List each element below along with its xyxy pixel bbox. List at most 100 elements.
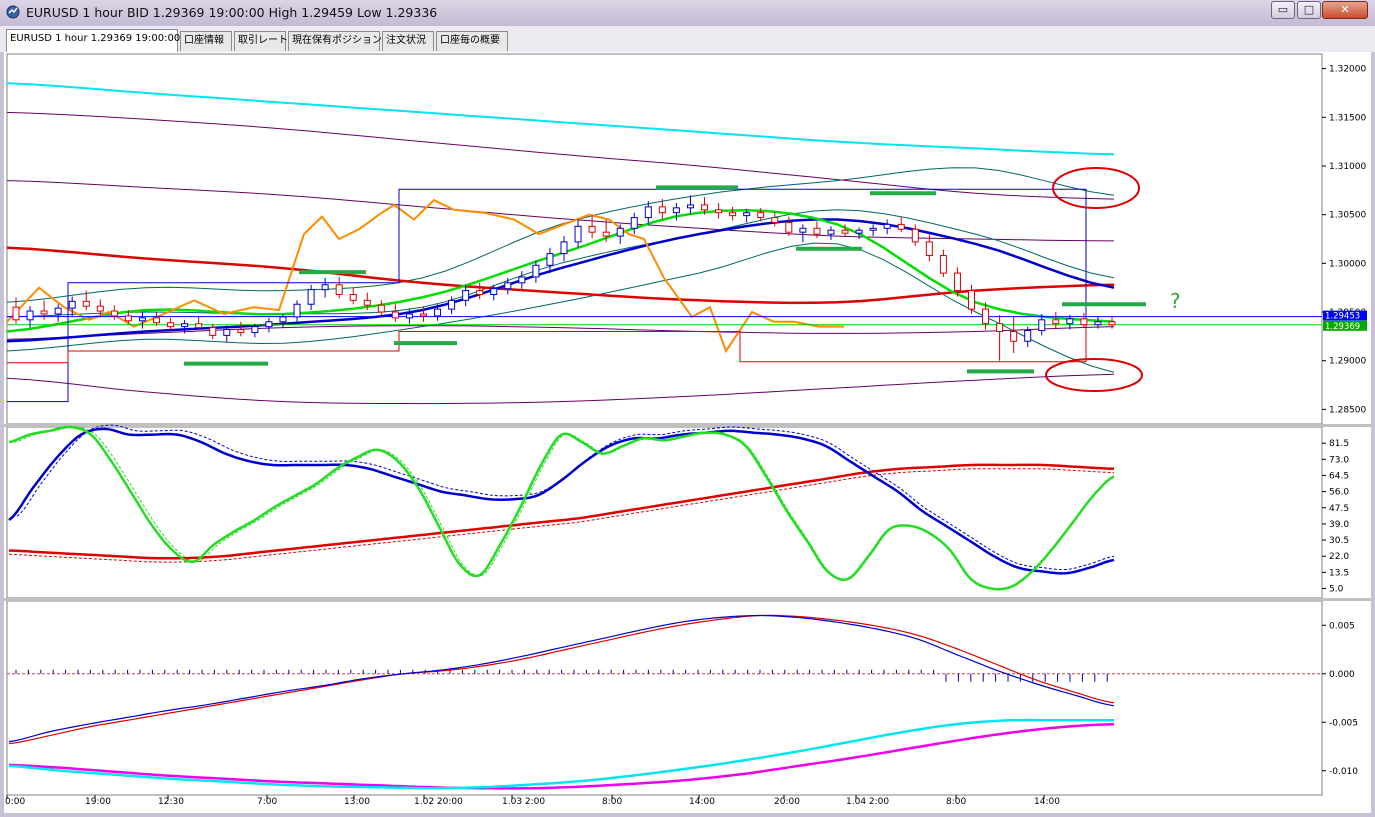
candle-body [1052,319,1060,325]
candle-body [827,229,835,235]
candle-body [124,315,132,322]
candle-body [434,308,442,317]
candle-body [855,229,863,234]
candle-body [504,282,512,290]
price-tag-label: 1.29369 [1325,322,1360,332]
question-annotation: ? [1170,289,1181,313]
candle-body [293,303,301,318]
time-axis-label: 14:00 [689,797,715,807]
candle-body [1066,318,1074,325]
candle-body [490,288,498,296]
candle-body [363,299,371,306]
candle-body [686,204,694,209]
candle-body [532,264,540,278]
candle-body [251,326,259,333]
candle-body [448,299,456,310]
candle-body [279,316,287,323]
time-axis-label: 1.04 2:00 [846,797,889,807]
candle-body [195,323,203,329]
candle-body [672,207,680,214]
candle-body [996,323,1004,333]
time-axis-label: 13:00 [344,797,370,807]
maximize-button[interactable]: □ [1297,1,1321,19]
candle-body [82,300,90,307]
time-axis-label: 1.03 2:00 [502,797,545,807]
candle-body [967,290,975,310]
candle-body [237,329,245,333]
candle-body [771,217,779,223]
tab-order-status[interactable]: 注文状況 [382,31,434,51]
candle-body [138,317,146,322]
candle-body [223,329,231,336]
candle-body [181,323,189,328]
price-axis-label: 1.30000 [1329,259,1366,269]
candle-body [1108,321,1116,326]
candle-body [911,228,919,243]
candle-body [26,310,34,321]
price-axis-label: 1.31500 [1329,113,1366,123]
candle-body [953,272,961,292]
minimize-button[interactable]: ▭ [1271,1,1295,19]
stoch-axis-label: 5.0 [1329,585,1344,595]
candle-body [335,284,343,295]
stoch-axis-label: 47.5 [1329,504,1349,514]
candle-body [883,223,891,229]
time-axis-label: 19:00 [85,797,111,807]
candle-body [546,253,554,266]
time-axis-label: 14:00 [1034,797,1060,807]
candle-body [1094,321,1102,326]
candle-body [658,206,666,214]
time-axis-label: 20:00 [774,797,800,807]
time-axis-label: 1.02 20:00 [414,797,463,807]
candle-body [560,241,568,255]
window-title: EURUSD 1 hour BID 1.29369 19:00:00 High … [26,5,438,20]
main-chart-frame [6,53,1323,425]
candle-body [307,289,315,305]
tab-bar: EURUSD 1 hour 1.29369 19:00:00 口座情報 取引レー… [0,26,1375,52]
macd-axis-label: -0.005 [1329,718,1358,728]
candle-body [321,284,329,291]
candle-body [925,241,933,257]
price-axis-label: 1.30500 [1329,211,1366,221]
candle-body [897,223,905,230]
candle-body [167,322,175,328]
tab-account-info[interactable]: 口座情報 [180,31,232,51]
close-button[interactable]: ✕ [1322,1,1368,19]
tab-chart-eurusd[interactable]: EURUSD 1 hour 1.29369 19:00:00 [6,29,180,52]
candle-body [1038,319,1046,332]
candle-body [153,317,161,324]
candle-body [110,310,118,317]
candle-body [588,225,596,233]
macd-axis-label: -0.010 [1329,767,1358,777]
candle-body [869,227,877,231]
candle-body [701,204,709,211]
candle-body [939,255,947,274]
tab-trade-rates[interactable]: 取引レート [234,31,288,51]
tab-open-positions[interactable]: 現在保有ポジション [288,31,382,51]
candle-body [12,306,20,321]
candle-body [602,231,610,237]
stochastic-frame [6,426,1323,599]
candle-body [757,212,765,219]
chart-svg[interactable]: 1.320001.315001.310001.305001.300001.295… [4,52,1371,813]
time-axis-label: 8:00 [946,797,966,807]
candle-body [1010,331,1018,342]
candle-body [1080,318,1088,326]
macd-axis-label: 0.005 [1329,621,1355,631]
candle-body [54,307,62,315]
candle-body [785,221,793,233]
candle-body [68,300,76,309]
stoch-axis-label: 73.0 [1329,455,1349,465]
price-tag-label: 1.29453 [1325,312,1360,322]
tab-account-summary[interactable]: 口座毎の概要 [436,31,508,51]
price-axis-label: 1.29000 [1329,357,1366,367]
chart-area[interactable]: 1.320001.315001.310001.305001.300001.295… [4,52,1371,813]
candle-body [982,308,990,325]
stoch-axis-label: 81.5 [1329,439,1349,449]
macd-axis-label: 0.000 [1329,670,1355,680]
candle-body [419,313,427,317]
price-axis-label: 1.28500 [1329,405,1366,415]
candle-body [265,321,273,328]
panel-divider [4,424,1371,427]
candle-body [616,227,624,237]
